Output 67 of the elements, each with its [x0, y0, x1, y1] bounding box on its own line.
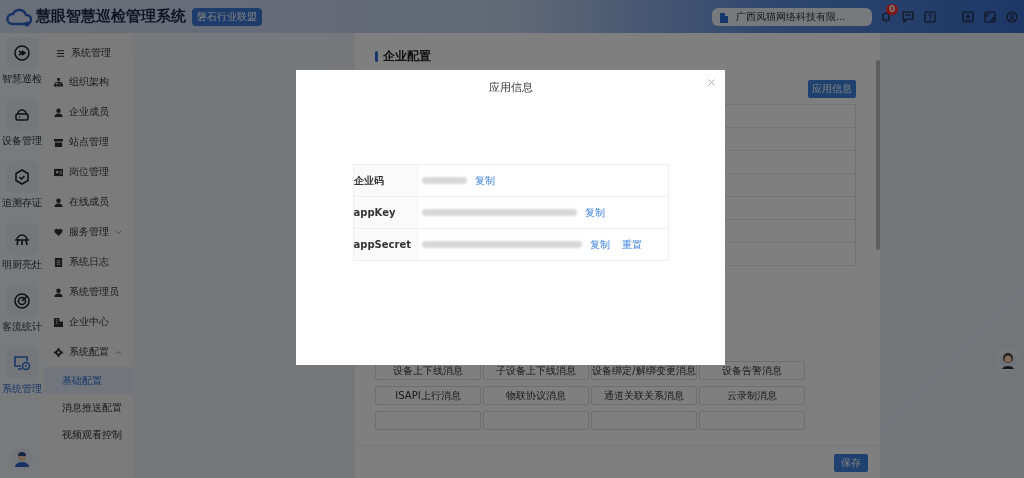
company-name: 广西凤猫网络科技有限...	[736, 9, 846, 24]
nav-rail-item[interactable]: 设备管理	[2, 99, 42, 161]
menu-item[interactable]: 系统日志	[44, 247, 133, 277]
org-chart-icon	[54, 77, 63, 87]
close-icon[interactable]	[708, 79, 715, 86]
assistant-avatar-icon[interactable]	[998, 350, 1018, 370]
page-title: 企业配置	[383, 49, 431, 63]
message-type-option[interactable]: 通道关联关系消息	[591, 386, 697, 405]
field-label: appKey	[353, 197, 419, 228]
message-type-option[interactable]: 设备告警消息	[699, 361, 805, 380]
action-link[interactable]: 复制	[584, 205, 605, 220]
nav-rail-item[interactable]: 客流统计	[2, 285, 42, 347]
notification-count: 0	[886, 3, 899, 15]
app-title: 慧眼智慧巡检管理系统	[36, 7, 186, 26]
menu-item[interactable]: 组织架构	[44, 67, 133, 97]
company-selector[interactable]: 广西凤猫网络科技有限...	[712, 7, 872, 26]
menu-item[interactable]: 站点管理	[44, 127, 133, 157]
menu-item[interactable]: 服务管理	[44, 217, 133, 247]
nav-rail-item[interactable]: 明厨亮灶	[2, 223, 42, 285]
radar-icon	[13, 292, 31, 310]
monitor-gear-icon	[13, 354, 31, 372]
fullscreen-icon[interactable]	[984, 10, 996, 23]
building-icon	[54, 317, 63, 327]
dialog-title: 应用信息	[488, 80, 533, 95]
list-icon	[56, 48, 65, 58]
person-icon	[54, 287, 63, 297]
message-type-option[interactable]: ISAPI上行消息	[375, 386, 481, 405]
menu-item[interactable]: 岗位管理	[44, 157, 133, 187]
gear-icon	[54, 347, 63, 357]
nav-rail-item[interactable]: 智慧巡检	[2, 37, 42, 99]
action-link[interactable]: 复制	[474, 173, 495, 188]
message-icon[interactable]	[902, 10, 914, 23]
person-icon	[54, 197, 63, 207]
shield-check-icon	[13, 168, 31, 186]
menu-title-text: 系统管理	[71, 46, 111, 60]
submenu-item[interactable]: 消息推送配置	[44, 394, 133, 421]
heart-icon	[54, 227, 63, 237]
menu-item[interactable]: 系统配置	[44, 337, 133, 367]
edition-badge: 磐石行业联盟	[192, 7, 262, 26]
nav-rail-item[interactable]: 系统管理	[2, 347, 42, 409]
document-icon	[54, 257, 63, 267]
menu-item[interactable]: 企业成员	[44, 97, 133, 127]
download-icon[interactable]	[962, 10, 974, 23]
field-label: 企业码	[353, 165, 419, 196]
message-type-option[interactable]: 云录制消息	[699, 386, 805, 405]
person-icon	[54, 107, 63, 117]
nav-rail-item[interactable]: 追溯存证	[2, 161, 42, 223]
action-link[interactable]: 重置	[621, 237, 642, 252]
store-icon	[54, 137, 63, 147]
save-button[interactable]: 保存	[834, 454, 868, 472]
building-icon	[718, 10, 730, 23]
submenu-item[interactable]: 基础配置	[44, 367, 133, 394]
router-icon	[13, 106, 31, 124]
message-type-option[interactable]: 物联协议消息	[483, 386, 589, 405]
bell-icon[interactable]	[880, 10, 892, 23]
menu-item[interactable]: 系统管理员	[44, 277, 133, 307]
help-icon[interactable]	[924, 10, 936, 23]
action-link[interactable]: 复制	[589, 237, 610, 252]
menu-item[interactable]: 企业中心	[44, 307, 133, 337]
redacted-value	[421, 177, 467, 184]
refresh-icon	[13, 44, 31, 62]
menu-item[interactable]: 在线成员	[44, 187, 133, 217]
id-card-icon	[54, 167, 63, 177]
submenu-item[interactable]: 视频观看控制	[44, 421, 133, 448]
app-info-button[interactable]: 应用信息	[808, 80, 856, 98]
user-icon[interactable]	[1006, 10, 1018, 23]
field-label: appSecret	[353, 229, 419, 260]
